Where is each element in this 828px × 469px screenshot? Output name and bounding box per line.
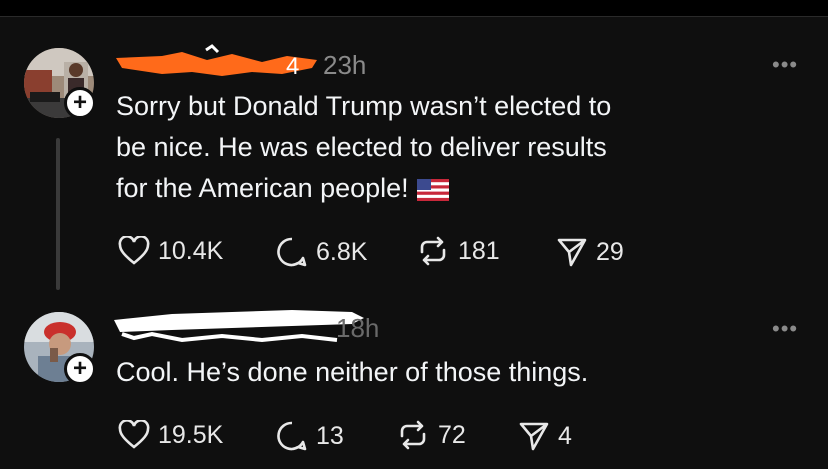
heart-icon <box>118 420 150 450</box>
reply-button[interactable]: 13 <box>276 420 344 452</box>
post-text: Cool. He’s done neither of those things. <box>116 357 589 387</box>
repost-icon <box>396 420 430 450</box>
redacted-username <box>114 310 364 343</box>
send-icon <box>518 420 550 452</box>
share-count: 4 <box>558 421 572 450</box>
follow-button[interactable]: + <box>64 353 96 385</box>
repost-count: 72 <box>438 420 466 449</box>
like-button[interactable]: 19.5K <box>118 420 223 450</box>
repost-button[interactable]: 72 <box>396 420 466 450</box>
post-2: + 18h ••• Cool. He’s done neither of tho… <box>0 0 828 469</box>
comment-icon <box>276 420 308 452</box>
share-button[interactable]: 4 <box>518 420 572 452</box>
like-count: 19.5K <box>158 420 224 449</box>
more-options-button[interactable]: ••• <box>772 316 798 342</box>
post-time: 18h <box>336 313 380 343</box>
reply-count: 13 <box>316 421 344 450</box>
